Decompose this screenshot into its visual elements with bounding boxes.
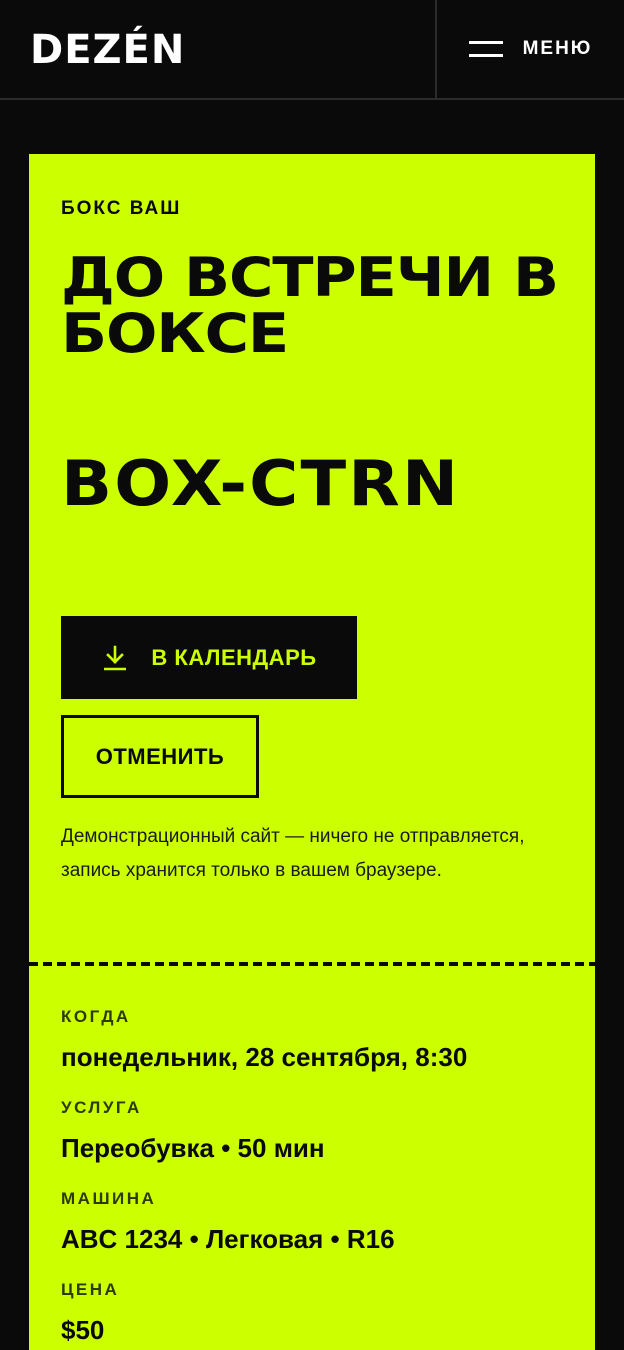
detail-label: УСЛУГА <box>61 1098 142 1117</box>
detail-label: КОГДА <box>61 1007 131 1026</box>
cancel-booking-button[interactable]: ОТМЕНИТЬ <box>61 715 259 798</box>
detail-value: Переобувка • 50 мин <box>61 1133 325 1163</box>
ticket-perforation <box>29 962 595 966</box>
menu-button[interactable]: МЕНЮ <box>437 0 624 98</box>
detail-label: МАШИНА <box>61 1189 157 1208</box>
demo-disclaimer: Демонстрационный сайт — ничего не отправ… <box>61 826 525 881</box>
detail-value: $50 <box>61 1315 105 1345</box>
download-icon <box>104 645 127 670</box>
hamburger-icon <box>468 41 503 57</box>
detail-service: УСЛУГА Переобувка • 50 мин <box>61 1097 571 1188</box>
ticket-headline: ДО ВСТРЕЧИ В БОКСЕ <box>61 246 559 365</box>
booking-details: КОГДА понедельник, 28 сентября, 8:30 УСЛ… <box>61 1006 571 1350</box>
detail-value: понедельник, 28 сентября, 8:30 <box>61 1042 468 1072</box>
add-to-calendar-button[interactable]: В КАЛЕНДАРЬ <box>61 616 357 699</box>
menu-label: МЕНЮ <box>522 38 593 59</box>
site-logo[interactable]: DEZÉN <box>30 26 185 74</box>
detail-price: ЦЕНА $50 <box>61 1279 571 1350</box>
booking-code: BOX-CTRN <box>61 447 461 520</box>
detail-label: ЦЕНА <box>61 1280 120 1299</box>
ticket-eyebrow: БОКС ВАШ <box>61 198 182 219</box>
site-header: DEZÉN МЕНЮ <box>0 0 624 100</box>
detail-when: КОГДА понедельник, 28 сентября, 8:30 <box>61 1006 571 1097</box>
booking-ticket: БОКС ВАШ ДО ВСТРЕЧИ В БОКСЕ BOX-CTRN В К… <box>29 154 595 1350</box>
detail-car: МАШИНА ABC 1234 • Легковая • R16 <box>61 1188 571 1279</box>
detail-value: ABC 1234 • Легковая • R16 <box>61 1224 395 1254</box>
add-to-calendar-label: В КАЛЕНДАРЬ <box>151 644 317 670</box>
